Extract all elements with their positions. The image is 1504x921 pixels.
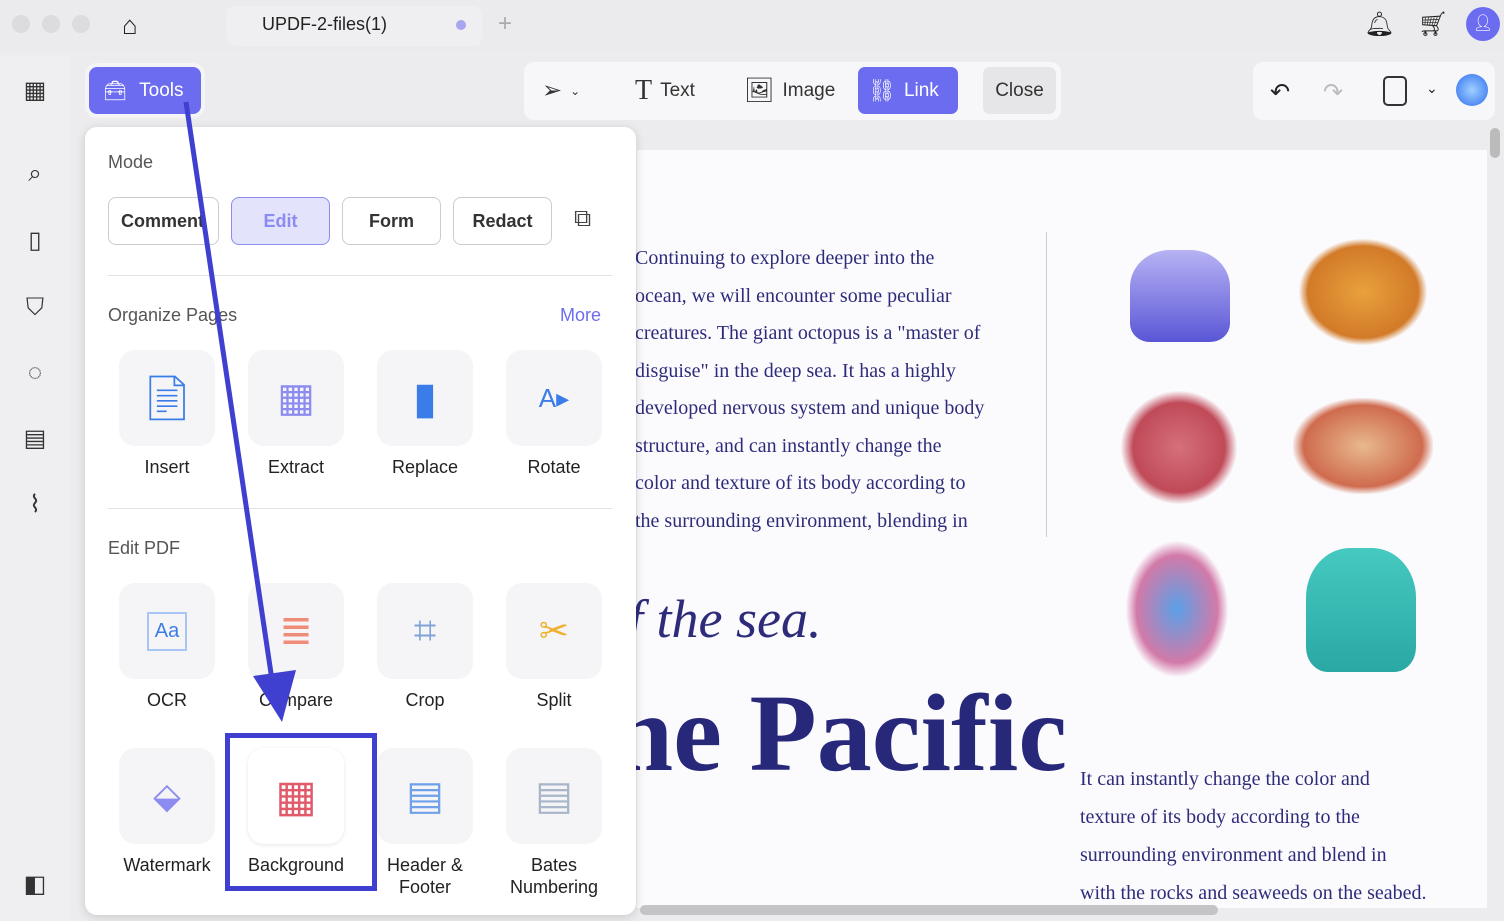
arrow-head-icon [253,670,296,722]
annotation-arrow [183,101,296,722]
